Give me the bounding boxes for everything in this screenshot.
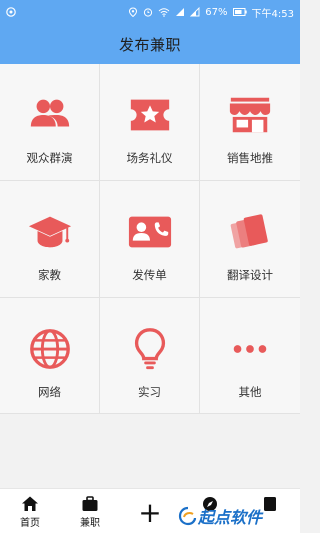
category-label: 实习 bbox=[138, 385, 161, 399]
category-label: 其他 bbox=[238, 385, 262, 399]
category-label: 销售地推 bbox=[227, 151, 273, 165]
tab-home[interactable]: 首页 bbox=[0, 489, 60, 533]
graduation-cap-icon bbox=[28, 216, 71, 248]
category-label: 观众群演 bbox=[26, 151, 73, 165]
contact-card-phone-icon bbox=[128, 216, 171, 248]
cards-stack-icon bbox=[230, 214, 268, 249]
app-notification-icon bbox=[6, 7, 16, 17]
category-audience-extras[interactable]: 观众群演 bbox=[0, 64, 100, 181]
category-tutoring[interactable]: 家教 bbox=[0, 181, 100, 298]
category-label: 网络 bbox=[38, 385, 61, 399]
status-bar: 67% 下午4:53 bbox=[0, 0, 300, 24]
tab-label: 兼职 bbox=[80, 518, 100, 529]
tab-publish[interactable]: + bbox=[120, 489, 180, 533]
globe-icon bbox=[29, 329, 70, 369]
category-label: 家教 bbox=[38, 268, 61, 282]
lightbulb-icon bbox=[134, 328, 165, 370]
ticket-star-icon bbox=[130, 99, 169, 131]
category-label: 翻译设计 bbox=[227, 268, 273, 282]
category-translation-design[interactable]: 翻译设计 bbox=[200, 181, 300, 298]
briefcase-icon bbox=[82, 496, 98, 511]
top-app-bar: 发布兼职 bbox=[0, 24, 300, 64]
clock: 下午4:53 bbox=[251, 8, 294, 20]
signal-icon-2 bbox=[190, 7, 200, 17]
category-sales[interactable]: 销售地推 bbox=[200, 64, 300, 181]
more-dots-icon bbox=[233, 345, 267, 353]
watermark-logo: 起点软件 bbox=[178, 504, 262, 528]
category-label: 发传单 bbox=[132, 268, 167, 282]
storefront-icon bbox=[229, 97, 271, 133]
category-internship[interactable]: 实习 bbox=[100, 298, 200, 414]
category-grid: 观众群演 场务礼仪 销售地推 家教 发传单 翻译设计 网络 实习 其他 bbox=[0, 64, 300, 414]
category-other[interactable]: 其他 bbox=[200, 298, 300, 414]
battery-icon bbox=[232, 8, 247, 16]
tab-jobs[interactable]: 兼职 bbox=[60, 489, 120, 533]
category-label: 场务礼仪 bbox=[126, 151, 173, 165]
wifi-icon bbox=[158, 8, 170, 17]
tab-label: 首页 bbox=[20, 518, 40, 529]
watermark-text: 起点软件 bbox=[198, 508, 263, 527]
home-icon bbox=[22, 496, 38, 511]
group-people-icon bbox=[30, 99, 69, 127]
alarm-icon bbox=[144, 8, 153, 17]
battery-percent: 67% bbox=[205, 6, 228, 18]
category-network[interactable]: 网络 bbox=[0, 298, 100, 414]
location-icon bbox=[129, 7, 138, 17]
profile-icon bbox=[264, 497, 276, 511]
category-flyers[interactable]: 发传单 bbox=[100, 181, 200, 298]
plus-icon: + bbox=[138, 495, 162, 529]
signal-icon-1 bbox=[176, 8, 185, 16]
watermark-swirl-icon bbox=[178, 506, 197, 526]
page-title: 发布兼职 bbox=[118, 35, 181, 54]
category-etiquette[interactable]: 场务礼仪 bbox=[100, 64, 200, 181]
